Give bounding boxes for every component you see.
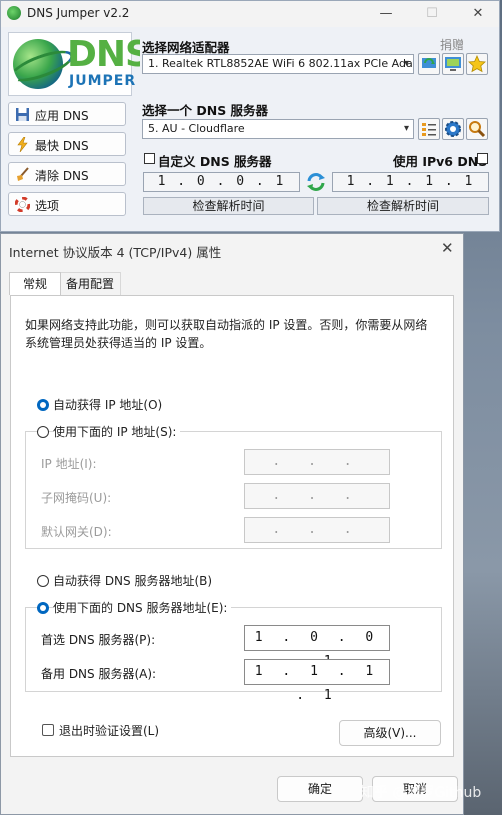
tab-general[interactable]: 常规 <box>9 272 61 295</box>
ip-address-label: IP 地址(I): <box>41 457 97 471</box>
subnet-mask-field[interactable]: . . . <box>244 483 390 509</box>
options-label: 选项 <box>35 199 60 213</box>
ipv4-properties-dialog: Internet 协议版本 4 (TCP/IPv4) 属性 ✕ 常规 备用配置 … <box>0 233 464 815</box>
dialog-title: Internet 协议版本 4 (TCP/IPv4) 属性 <box>9 245 222 260</box>
auto-ip-radio[interactable] <box>37 399 49 411</box>
favorite-button[interactable] <box>466 53 488 75</box>
tab-alternate-config[interactable]: 备用配置 <box>59 272 121 295</box>
server-label: 选择一个 DNS 服务器 <box>142 103 269 118</box>
alternate-dns-label: 备用 DNS 服务器(A): <box>41 667 157 681</box>
validate-on-exit-label: 退出时验证设置(L) <box>59 724 160 738</box>
lifebuoy-icon <box>15 197 30 212</box>
app-icon <box>7 6 21 20</box>
minimize-icon[interactable]: — <box>371 5 401 23</box>
swap-dns-button[interactable] <box>304 171 328 193</box>
manual-ip-radio[interactable] <box>37 426 49 438</box>
title-bar: DNS Jumper v2.2 — ☐ ✕ <box>1 1 499 27</box>
close-icon[interactable]: ✕ <box>441 239 454 257</box>
ipv6-checkbox[interactable] <box>477 153 488 164</box>
flush-dns-label: 清除 DNS <box>35 169 89 183</box>
gear-icon <box>445 121 461 137</box>
custom-primary-dns-input[interactable]: 1 . 0 . 0 . 1 <box>143 172 300 192</box>
save-icon <box>16 108 29 121</box>
fastest-dns-label: 最快 DNS <box>35 139 89 153</box>
default-gateway-field[interactable]: . . . <box>244 517 390 543</box>
list-icon <box>422 123 436 136</box>
alternate-dns-field[interactable]: 1 . 1 . 1 . 1 <box>244 659 390 703</box>
adapter-settings-button[interactable] <box>442 53 464 75</box>
dns-panel: 选择网络适配器 捐赠 1. Realtek RTL8852AE WiFi 6 8… <box>140 30 496 216</box>
auto-dns-label: 自动获得 DNS 服务器地址(B) <box>53 574 213 588</box>
subnet-mask-label: 子网掩码(U): <box>41 491 112 505</box>
custom-secondary-dns-input[interactable]: 1 . 1 . 1 . 1 <box>332 172 489 192</box>
server-list-button[interactable] <box>418 118 440 140</box>
dns-jumper-logo: DNS JUMPER <box>7 32 151 96</box>
adapter-select[interactable]: 1. Realtek RTL8852AE WiFi 6 802.11ax PCI… <box>142 54 414 74</box>
chevron-down-icon: ▾ <box>403 58 409 69</box>
apply-dns-button[interactable]: 应用 DNS <box>8 102 126 126</box>
close-icon[interactable]: ✕ <box>463 5 493 23</box>
refresh-adapters-button[interactable] <box>418 53 440 75</box>
star-icon <box>468 54 486 73</box>
validate-on-exit-checkbox[interactable] <box>42 724 54 736</box>
custom-dns-checkbox[interactable] <box>144 153 155 164</box>
monitor-icon <box>445 57 461 71</box>
manual-dns-radio[interactable] <box>37 602 49 614</box>
advanced-button[interactable]: 高级(V)... <box>339 720 441 746</box>
apply-dns-label: 应用 DNS <box>35 109 89 123</box>
broom-icon <box>17 167 29 181</box>
search-icon <box>469 121 486 138</box>
donate-link[interactable]: 捐赠 <box>440 36 464 53</box>
description-text: 如果网络支持此功能，则可以获取自动指派的 IP 设置。否则，你需要从网络系统管理… <box>25 318 428 350</box>
manual-ip-label: 使用下面的 IP 地址(S): <box>53 423 181 440</box>
custom-dns-label: 自定义 DNS 服务器 <box>158 154 272 169</box>
flush-dns-button[interactable]: 清除 DNS <box>8 162 126 186</box>
maximize-icon[interactable]: ☐ <box>417 5 447 23</box>
auto-ip-label: 自动获得 IP 地址(O) <box>53 398 163 412</box>
fastest-dns-button[interactable]: 最快 DNS <box>8 132 126 156</box>
dns-jumper-window: DNS Jumper v2.2 — ☐ ✕ DNS JUMPER 应用 DNS … <box>0 0 500 232</box>
server-settings-button[interactable] <box>442 118 464 140</box>
window-title: DNS Jumper v2.2 <box>27 6 130 20</box>
auto-dns-radio[interactable] <box>37 575 49 587</box>
preferred-dns-field[interactable]: 1 . 0 . 0 . 1 <box>244 625 390 669</box>
server-select-value: 5. AU - Cloudflare <box>148 122 245 135</box>
server-select[interactable]: 5. AU - Cloudflare ▾ <box>142 119 414 139</box>
check-time-secondary-button[interactable]: 检查解析时间 <box>317 197 489 215</box>
watermark: 知乎 @波罗Github <box>360 785 482 801</box>
search-button[interactable] <box>466 118 488 140</box>
adapter-select-value: 1. Realtek RTL8852AE WiFi 6 802.11ax PCI… <box>148 57 414 70</box>
swap-icon <box>307 173 325 191</box>
chevron-down-icon: ▾ <box>403 123 409 134</box>
lightning-icon <box>17 137 28 152</box>
default-gateway-label: 默认网关(D): <box>41 525 112 539</box>
logo-text: DNS <box>67 34 151 75</box>
general-tab-content: 如果网络支持此功能，则可以获取自动指派的 IP 设置。否则，你需要从网络系统管理… <box>10 295 454 757</box>
ip-address-field[interactable]: . . . <box>244 449 390 475</box>
ok-button[interactable]: 确定 <box>277 776 363 802</box>
logo-subtext: JUMPER <box>69 73 137 89</box>
options-button[interactable]: 选项 <box>8 192 126 216</box>
ipv6-label: 使用 IPv6 DNS <box>393 154 488 169</box>
preferred-dns-label: 首选 DNS 服务器(P): <box>41 633 156 647</box>
network-refresh-icon <box>422 58 436 68</box>
manual-dns-label: 使用下面的 DNS 服务器地址(E): <box>53 599 232 616</box>
check-time-primary-button[interactable]: 检查解析时间 <box>143 197 314 215</box>
